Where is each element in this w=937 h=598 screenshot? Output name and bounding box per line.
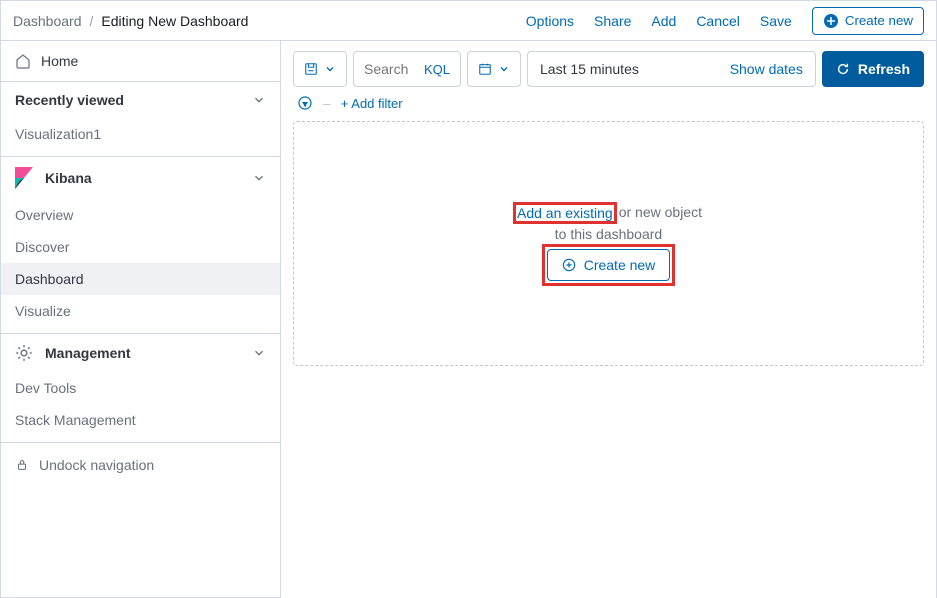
undock-label: Undock navigation <box>39 457 154 473</box>
calendar-icon <box>478 62 492 76</box>
breadcrumb-current: Editing New Dashboard <box>101 13 248 29</box>
time-range-label: Last 15 minutes <box>540 61 639 77</box>
topbar: Dashboard / Editing New Dashboard Option… <box>1 1 936 41</box>
create-new-panel-label: Create new <box>584 257 656 273</box>
create-new-panel-button[interactable]: Create new <box>547 249 671 281</box>
sidebar-item-discover[interactable]: Discover <box>1 231 280 263</box>
home-label: Home <box>41 53 78 69</box>
create-new-label: Create new <box>845 13 913 28</box>
recently-viewed-header[interactable]: Recently viewed <box>1 82 280 118</box>
refresh-label: Refresh <box>858 61 910 77</box>
add-filter-link[interactable]: + Add filter <box>341 96 403 111</box>
sidebar-item-dashboard[interactable]: Dashboard <box>1 263 280 295</box>
options-link[interactable]: Options <box>526 13 574 29</box>
save-link[interactable]: Save <box>760 13 792 29</box>
breadcrumb-root[interactable]: Dashboard <box>13 13 82 29</box>
recently-viewed-label: Recently viewed <box>15 92 124 108</box>
share-link[interactable]: Share <box>594 13 631 29</box>
sidebar-item-stackmgmt[interactable]: Stack Management <box>1 404 280 436</box>
search-box[interactable]: KQL <box>353 51 461 87</box>
create-new-button[interactable]: Create new <box>812 7 924 35</box>
chevron-down-icon <box>252 171 266 185</box>
kibana-header[interactable]: Kibana <box>1 157 280 199</box>
query-row: KQL Last 15 minutes Show dates Refresh <box>293 51 924 87</box>
sidebar: Home Recently viewed Visualization1 Kiba… <box>1 41 281 598</box>
plus-circle-icon <box>823 13 839 29</box>
management-label: Management <box>45 345 131 361</box>
sidebar-item-visualize[interactable]: Visualize <box>1 295 280 327</box>
chevron-down-icon <box>252 346 266 360</box>
top-actions: Options Share Add Cancel Save Create new <box>526 7 924 35</box>
refresh-button[interactable]: Refresh <box>822 51 924 87</box>
chevron-down-icon <box>324 63 336 75</box>
sidebar-home[interactable]: Home <box>1 41 280 82</box>
content: KQL Last 15 minutes Show dates Refresh –… <box>281 41 936 598</box>
main: Home Recently viewed Visualization1 Kiba… <box>1 41 936 598</box>
add-link[interactable]: Add <box>651 13 676 29</box>
search-input[interactable] <box>364 61 416 77</box>
divider <box>1 442 280 443</box>
gear-icon <box>15 344 33 362</box>
kql-toggle[interactable]: KQL <box>424 62 450 77</box>
undock-navigation[interactable]: Undock navigation <box>1 447 280 483</box>
dropzone-line2: to this dashboard <box>555 226 662 242</box>
chevron-down-icon <box>252 93 266 107</box>
refresh-icon <box>836 62 850 76</box>
plus-circle-icon <box>562 258 576 272</box>
save-disk-icon <box>304 62 318 76</box>
management-header[interactable]: Management <box>1 334 280 372</box>
recent-item-visualization1[interactable]: Visualization1 <box>1 118 280 150</box>
dropzone-line1: Add an existing or new object <box>515 204 702 222</box>
time-range-box[interactable]: Last 15 minutes Show dates <box>527 51 816 87</box>
breadcrumb-separator: / <box>90 13 94 29</box>
filter-divider: – <box>323 95 331 111</box>
kibana-label: Kibana <box>45 170 92 186</box>
cancel-link[interactable]: Cancel <box>696 13 740 29</box>
kibana-logo-icon <box>15 167 33 189</box>
filter-row: – + Add filter <box>293 87 924 121</box>
add-existing-link[interactable]: Add an existing <box>515 204 615 222</box>
lock-icon <box>15 458 29 472</box>
show-dates-link[interactable]: Show dates <box>730 61 803 77</box>
sidebar-item-overview[interactable]: Overview <box>1 199 280 231</box>
create-new-highlight: Create new <box>544 246 674 284</box>
home-icon <box>15 53 31 69</box>
empty-dashboard-dropzone[interactable]: Add an existing or new object to this da… <box>293 121 924 366</box>
saved-query-button[interactable] <box>293 51 347 87</box>
sidebar-item-devtools[interactable]: Dev Tools <box>1 372 280 404</box>
breadcrumb: Dashboard / Editing New Dashboard <box>13 13 248 29</box>
dropzone-ornew: or new object <box>619 204 702 222</box>
chevron-down-icon <box>498 63 510 75</box>
filter-icon[interactable] <box>297 95 313 111</box>
calendar-button[interactable] <box>467 51 521 87</box>
